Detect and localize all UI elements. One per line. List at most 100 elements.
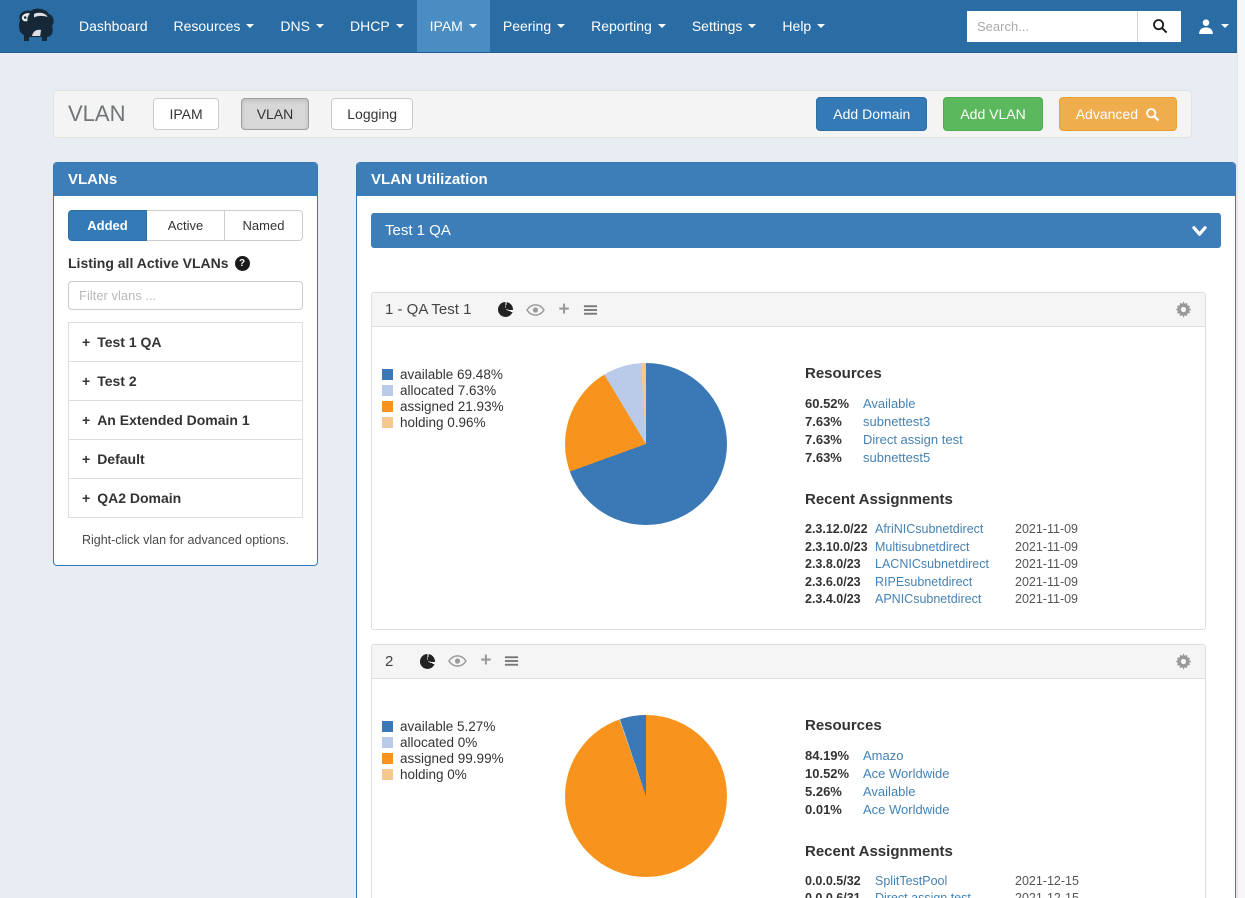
nav-item-dns[interactable]: DNS <box>267 0 337 52</box>
vlan-filter-input[interactable] <box>68 281 303 310</box>
vlan-item-an-extended-domain-1[interactable]: + An Extended Domain 1 <box>69 401 302 440</box>
resource-link[interactable]: Available <box>863 395 1205 413</box>
chevron-down-icon <box>748 24 756 28</box>
assignment-link[interactable]: SplitTestPool <box>875 873 1015 891</box>
resource-row: 84.19% Amazo <box>805 747 1205 765</box>
user-menu[interactable] <box>1197 18 1229 35</box>
resources-list: 84.19% Amazo 10.52% Ace Worldwide 5.26% … <box>805 747 1205 819</box>
expand-plus-icon[interactable]: + <box>82 490 90 506</box>
recent-assignments-heading: Recent Assignments <box>805 491 1205 508</box>
gear-icon[interactable] <box>1175 301 1192 318</box>
assignment-row: 2.3.12.0/22 AfriNICsubnetdirect 2021-11-… <box>805 521 1205 539</box>
assignment-row: 2.3.8.0/23 LACNICsubnetdirect 2021-11-09 <box>805 556 1205 574</box>
assignment-link[interactable]: APNICsubnetdirect <box>875 591 1015 609</box>
resource-link[interactable]: Available <box>863 783 1205 801</box>
vlan-item-qa2-domain[interactable]: + QA2 Domain <box>69 479 302 517</box>
nav-item-reporting[interactable]: Reporting <box>578 0 679 52</box>
search-icon <box>1152 18 1168 34</box>
nav-item-resources[interactable]: Resources <box>161 0 268 52</box>
expand-plus-icon[interactable]: + <box>82 412 90 428</box>
plus-icon[interactable]: + <box>558 303 569 317</box>
resource-percent: 7.63% <box>805 431 863 449</box>
nav-menu: DashboardResourcesDNSDHCPIPAMPeeringRepo… <box>66 0 838 52</box>
nav-item-ipam[interactable]: IPAM <box>417 0 490 52</box>
expand-plus-icon[interactable]: + <box>82 451 90 467</box>
vlan-item-default[interactable]: + Default <box>69 440 302 479</box>
tab-logging[interactable]: Logging <box>331 98 413 130</box>
assignment-link[interactable]: Direct assign test <box>875 890 1015 898</box>
gear-icon[interactable] <box>1175 653 1192 670</box>
vlan-tab-added[interactable]: Added <box>68 210 147 241</box>
resource-link[interactable]: subnettest3 <box>863 413 1205 431</box>
charts-container: 1 - QA Test 1 + <box>371 292 1221 898</box>
vlan-tab-active[interactable]: Active <box>147 210 225 241</box>
legend-swatch <box>382 737 393 748</box>
resource-link[interactable]: Direct assign test <box>863 431 1205 449</box>
resources-heading: Resources <box>805 717 1205 734</box>
vlans-panel-title: VLANs <box>54 163 317 196</box>
plus-icon[interactable]: + <box>480 654 491 668</box>
resource-link[interactable]: subnettest5 <box>863 449 1205 467</box>
eye-icon[interactable] <box>526 304 545 316</box>
assignment-row: 0.0.0.5/32 SplitTestPool 2021-12-15 <box>805 873 1205 891</box>
recent-assignments-heading: Recent Assignments <box>805 843 1205 860</box>
domain-collapse-bar[interactable]: Test 1 QA <box>371 213 1221 248</box>
legend-swatch <box>382 401 393 412</box>
assignment-link[interactable]: RIPEsubnetdirect <box>875 574 1015 592</box>
nav-item-dashboard[interactable]: Dashboard <box>66 0 161 52</box>
legend-item: allocated 7.63% <box>382 383 565 398</box>
scrollbar[interactable] <box>1237 0 1245 898</box>
menu-bars-icon[interactable] <box>504 655 519 667</box>
tab-vlan[interactable]: VLAN <box>241 98 310 130</box>
assignment-link[interactable]: LACNICsubnetdirect <box>875 556 1015 574</box>
vlan-item-test-2[interactable]: + Test 2 <box>69 362 302 401</box>
vlan-tab-named[interactable]: Named <box>225 210 303 241</box>
resource-percent: 0.01% <box>805 801 863 819</box>
resource-row: 10.52% Ace Worldwide <box>805 765 1205 783</box>
view-tabs: IPAM VLAN Logging <box>153 98 435 130</box>
search-button[interactable] <box>1137 11 1181 42</box>
help-question-icon[interactable]: ? <box>235 256 250 271</box>
menu-bars-icon[interactable] <box>583 304 598 316</box>
legend-swatch <box>382 769 393 780</box>
nav-item-help[interactable]: Help <box>769 0 838 52</box>
pie-chart-icon[interactable] <box>420 654 435 669</box>
expand-plus-icon[interactable]: + <box>82 334 90 350</box>
vlan-filter-tabs: AddedActiveNamed <box>68 210 303 241</box>
assignment-link[interactable]: Multisubnetdirect <box>875 539 1015 557</box>
nav-item-dhcp[interactable]: DHCP <box>337 0 417 52</box>
assignment-date: 2021-12-15 <box>1015 873 1205 891</box>
resource-link[interactable]: Ace Worldwide <box>863 801 1205 819</box>
pie-chart-icon[interactable] <box>498 302 513 317</box>
resource-link[interactable]: Ace Worldwide <box>863 765 1205 783</box>
assignment-link[interactable]: AfriNICsubnetdirect <box>875 521 1015 539</box>
chevron-down-icon <box>658 24 666 28</box>
pie-legend: available 5.27% allocated 0% assigned 99… <box>382 719 565 783</box>
chevron-down-icon <box>469 24 477 28</box>
resource-row: 0.01% Ace Worldwide <box>805 801 1205 819</box>
expand-plus-icon[interactable]: + <box>82 373 90 389</box>
resource-link[interactable]: Amazo <box>863 747 1205 765</box>
mammoth-logo[interactable] <box>10 0 66 52</box>
eye-icon[interactable] <box>448 655 467 667</box>
assignment-date: 2021-11-09 <box>1015 556 1205 574</box>
assignment-cidr: 2.3.4.0/23 <box>805 591 875 609</box>
tab-ipam[interactable]: IPAM <box>153 98 218 130</box>
chart-details: Resources 60.52% Available 7.63% subnett… <box>805 365 1205 609</box>
nav-item-settings[interactable]: Settings <box>679 0 770 52</box>
add-domain-button[interactable]: Add Domain <box>816 97 927 131</box>
add-vlan-button[interactable]: Add VLAN <box>943 97 1042 131</box>
legend-swatch <box>382 417 393 428</box>
nav-item-peering[interactable]: Peering <box>490 0 578 52</box>
search-input[interactable] <box>967 11 1137 42</box>
legend-text: allocated 0% <box>400 735 477 750</box>
chart-details: Resources 84.19% Amazo 10.52% Ace Worldw… <box>805 717 1205 898</box>
listing-label: Listing all Active VLANs ? <box>68 255 303 271</box>
page-title: VLAN <box>68 101 125 127</box>
vlan-item-test-1-qa[interactable]: + Test 1 QA <box>69 323 302 362</box>
assignment-date: 2021-11-09 <box>1015 591 1205 609</box>
assignment-date: 2021-12-15 <box>1015 890 1205 898</box>
advanced-search-button[interactable]: Advanced <box>1059 97 1177 131</box>
pie-chart <box>565 715 727 877</box>
chart-body: available 69.48% allocated 7.63% assigne… <box>372 327 1205 629</box>
